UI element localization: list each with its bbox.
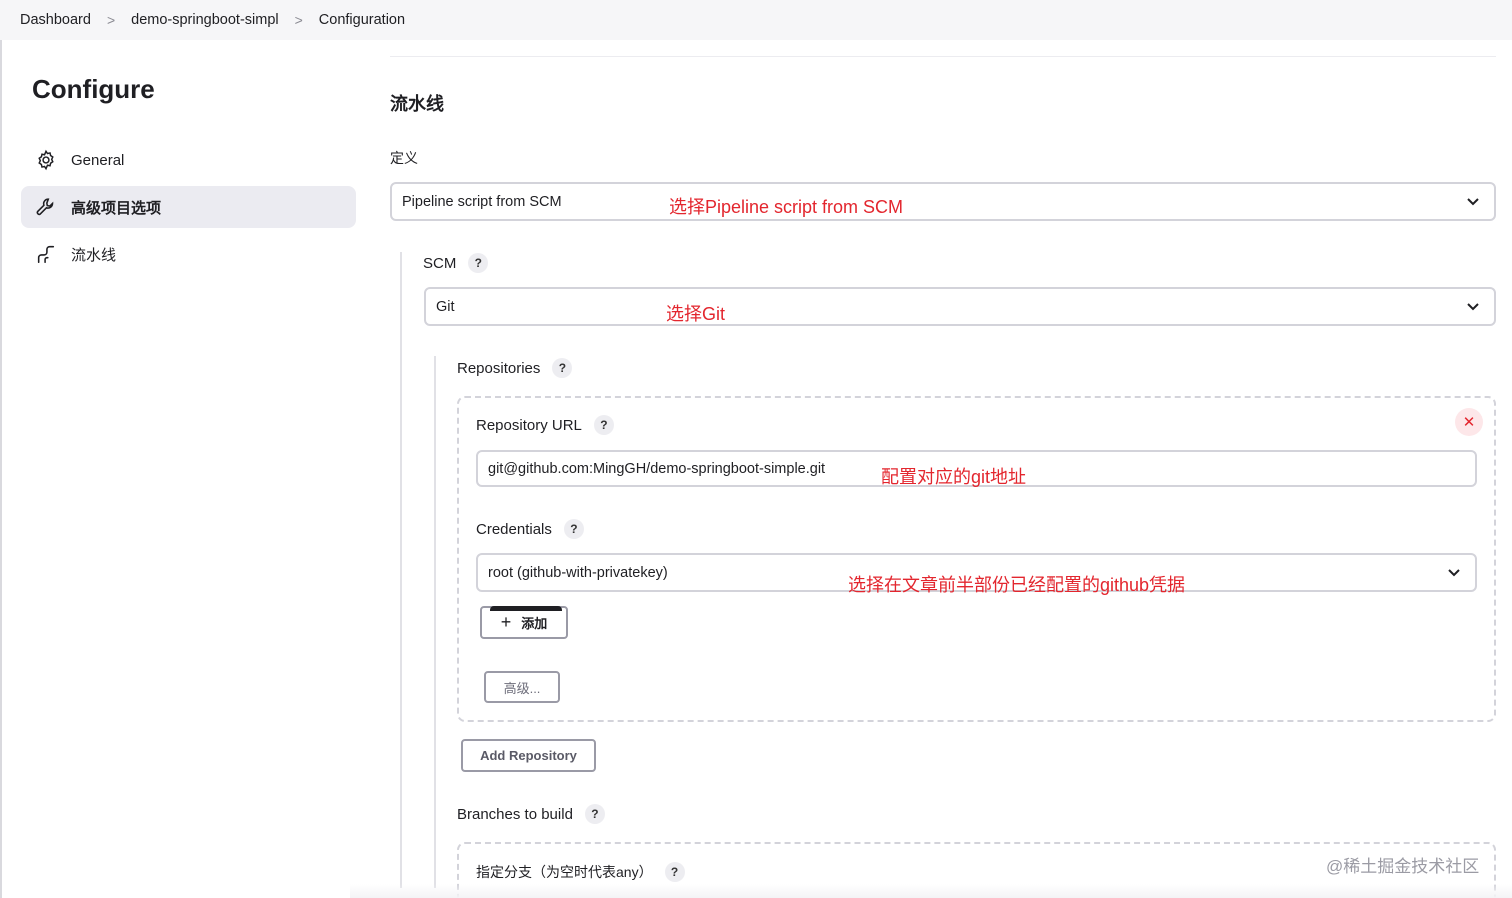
annotation-credentials: 选择在文章前半部份已经配置的github凭据: [848, 575, 1186, 595]
definition-select[interactable]: Pipeline script from SCM: [390, 182, 1496, 221]
branch-specifier-label-text: 指定分支（为空时代表any）: [476, 864, 653, 880]
scm-label: SCM ?: [423, 253, 489, 273]
window-left-edge: [0, 40, 2, 898]
nesting-line: [400, 252, 402, 888]
chevron-down-icon: [1448, 568, 1460, 576]
add-button-label: 添加: [521, 616, 548, 631]
add-repository-button[interactable]: Add Repository: [461, 739, 596, 772]
definition-label: 定义: [390, 150, 418, 166]
sidebar-item-pipeline[interactable]: 流水线: [21, 233, 356, 275]
help-icon[interactable]: ?: [468, 253, 489, 273]
page-title: Configure: [32, 74, 155, 104]
gear-icon: [38, 149, 54, 171]
help-icon[interactable]: ?: [584, 804, 605, 824]
annotation-repo-url: 配置对应的git地址: [881, 467, 1027, 487]
wrench-icon: [36, 198, 54, 216]
close-icon[interactable]: ✕: [1455, 408, 1483, 436]
annotation-definition: 选择Pipeline script from SCM: [669, 197, 904, 217]
branches-label-text: Branches to build: [457, 805, 573, 823]
definition-value: Pipeline script from SCM: [402, 193, 562, 210]
repositories-label: Repositories ?: [457, 358, 573, 378]
scm-select[interactable]: Git: [424, 287, 1496, 326]
branch-specifier-label: 指定分支（为空时代表any） ?: [476, 862, 685, 882]
advanced-button[interactable]: 高级...: [484, 671, 560, 703]
sidebar-item-general[interactable]: General: [21, 139, 356, 181]
chevron-down-icon: [1467, 302, 1479, 310]
credentials-label: Credentials ?: [476, 519, 584, 539]
section-divider: [390, 56, 1496, 57]
scm-label-text: SCM: [423, 254, 457, 272]
sidebar-item-advanced[interactable]: 高级项目选项: [21, 186, 356, 228]
help-icon[interactable]: ?: [664, 862, 685, 882]
breadcrumb-project[interactable]: demo-springboot-simpl: [131, 12, 278, 28]
breadcrumb-dashboard[interactable]: Dashboard: [20, 12, 91, 28]
credentials-value: root (github-with-privatekey): [488, 564, 668, 581]
sidebar-item-label: 高级项目选项: [71, 199, 162, 217]
add-credential-button[interactable]: + 添加: [480, 606, 568, 639]
repo-url-label-text: Repository URL: [476, 416, 582, 434]
repo-url-value: git@github.com:MingGH/demo-springboot-si…: [488, 460, 826, 477]
credentials-label-text: Credentials: [476, 520, 552, 538]
scm-value: Git: [436, 298, 455, 315]
annotation-scm: 选择Git: [666, 304, 726, 324]
nesting-line: [434, 356, 436, 888]
help-icon[interactable]: ?: [593, 415, 614, 435]
help-icon[interactable]: ?: [552, 358, 573, 378]
button-top-bar: [490, 606, 562, 611]
watermark: @稀土掘金技术社区: [1326, 857, 1480, 876]
bottom-fade: [350, 884, 1512, 898]
repo-url-label: Repository URL ?: [476, 415, 614, 435]
repositories-label-text: Repositories: [457, 359, 541, 377]
section-title: 流水线: [390, 94, 444, 114]
breadcrumb: Dashboard > demo-springboot-simpl > Conf…: [0, 0, 1512, 40]
help-icon[interactable]: ?: [563, 519, 584, 539]
plus-icon: +: [500, 612, 512, 632]
chevron-down-icon: [1467, 197, 1479, 205]
sidebar-item-label: General: [71, 151, 125, 169]
breadcrumb-separator: >: [106, 12, 116, 28]
sidebar-item-label: 流水线: [71, 246, 117, 264]
breadcrumb-separator: >: [294, 12, 303, 28]
branches-label: Branches to build ?: [457, 804, 605, 824]
pipeline-icon: [37, 245, 55, 264]
breadcrumb-configuration[interactable]: Configuration: [319, 12, 405, 28]
